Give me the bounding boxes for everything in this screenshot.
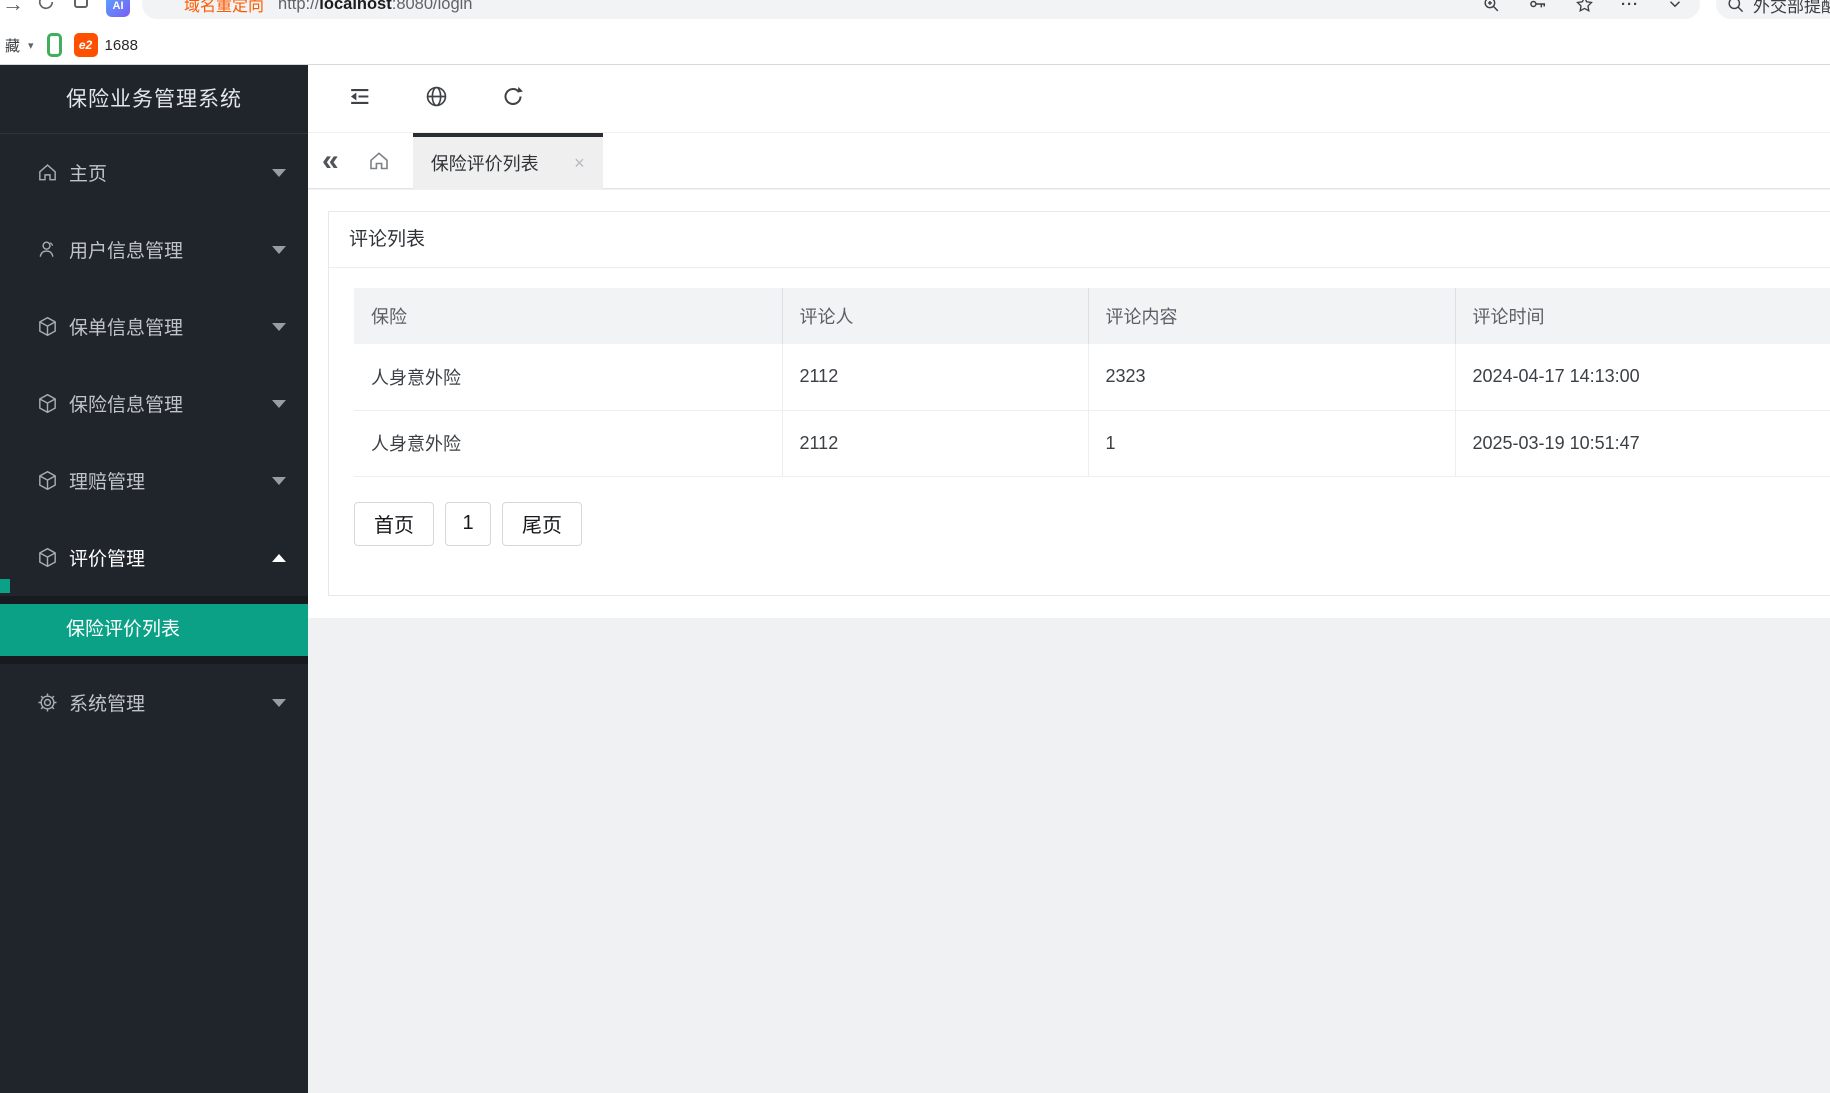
sidebar-item-user-info[interactable]: 用户信息管理 (0, 211, 308, 288)
screen: → AI 域名重定向 http://localhost:8080/login ·… (0, 0, 1830, 1093)
card-title: 评论列表 (329, 212, 1830, 268)
cell-time: 2024-04-17 14:13:00 (1455, 344, 1830, 411)
chevron-down-icon (272, 322, 286, 331)
table-row: 人身意外险 2112 1 2025-03-19 10:51:47 (354, 410, 1830, 477)
tab-insurance-evaluation-list[interactable]: 保险评价列表 × (412, 132, 603, 189)
chevron-down-icon[interactable] (1666, 0, 1684, 13)
cell-content: 2323 (1088, 344, 1456, 411)
sidebar-item-label: 主页 (69, 164, 108, 185)
chevron-down-icon (272, 399, 286, 408)
ai-assistant-icon[interactable]: AI (106, 0, 130, 17)
refresh-icon[interactable] (501, 84, 525, 113)
column-header-time: 评论时间 (1455, 288, 1830, 344)
sidebar-item-label: 用户信息管理 (69, 241, 184, 262)
sidebar-item-home[interactable]: 主页 (0, 134, 308, 211)
pagination: 首页 1 尾页 (354, 501, 1830, 546)
redirect-badge: 域名重定向 (184, 0, 265, 15)
sidebar-item-label: 理赔管理 (69, 472, 146, 493)
cube-icon (36, 315, 59, 338)
cube-icon (36, 546, 59, 569)
bookmark-folder-label[interactable]: 藏 (5, 35, 20, 56)
sidebar: 保险业务管理系统 主页 用户信息管理 保单信息管理 保险信息管理 理赔管理 评价… (0, 65, 308, 1093)
bookmark-folder-chevron-icon[interactable]: ▾ (28, 39, 34, 52)
sidebar-item-label: 系统管理 (69, 694, 146, 715)
column-header-content: 评论内容 (1088, 288, 1456, 344)
zoom-in-icon[interactable] (1482, 0, 1501, 14)
app-title: 保险业务管理系统 (0, 65, 308, 134)
user-icon (36, 238, 59, 261)
cell-commenter: 2112 (782, 344, 1089, 411)
sidebar-fold-icon[interactable] (347, 84, 372, 114)
address-bar[interactable]: 域名重定向 http://localhost:8080/login ··· (142, 0, 1700, 19)
browser-toolbar: → AI 域名重定向 http://localhost:8080/login ·… (0, 0, 1830, 26)
password-key-icon[interactable] (1528, 0, 1548, 14)
app-toolbar (308, 65, 1830, 133)
site-logo-icon[interactable]: e2 (73, 33, 98, 57)
side-search-box[interactable]: 外交部提醒 (1716, 0, 1830, 19)
url-path: :8080/login (391, 0, 473, 13)
search-query-text: 外交部提醒 (1753, 0, 1830, 16)
evaluation-submenu: 保险评价列表 (0, 596, 308, 664)
chevron-down-icon (272, 245, 286, 254)
sidebar-item-label: 保险信息管理 (69, 395, 184, 416)
cell-content: 1 (1088, 410, 1456, 477)
home-icon (36, 161, 59, 184)
page-number-button[interactable]: 1 (445, 501, 491, 546)
browser-refresh-icon[interactable] (36, 0, 56, 12)
browser-home-icon[interactable] (74, 0, 88, 8)
cube-icon (36, 469, 59, 492)
chevron-down-icon (272, 168, 286, 177)
language-globe-icon[interactable] (424, 84, 449, 114)
column-header-insurance: 保险 (354, 288, 783, 344)
phone-bookmark-icon[interactable] (46, 33, 62, 57)
cube-icon (36, 392, 59, 415)
cell-insurance: 人身意外险 (354, 344, 783, 411)
close-icon[interactable]: × (574, 154, 585, 172)
sidebar-item-claims[interactable]: 理赔管理 (0, 442, 308, 519)
url-host: localhost (319, 0, 392, 13)
sidebar-subitem-evaluation-list[interactable]: 保险评价列表 (0, 604, 308, 656)
address-bar-actions: ··· (1482, 0, 1684, 14)
tab-bar: « 保险评价列表 × (308, 132, 1830, 189)
table-header-row: 保险 评论人 评论内容 评论时间 (354, 288, 1830, 344)
main-area: « 保险评价列表 × 评论列表 保险 评论人 评论内容 评论时间 人身意外险 2… (308, 65, 1830, 1093)
url-scheme: http:// (278, 0, 320, 13)
chevron-up-icon (272, 553, 286, 562)
comment-list-card: 评论列表 保险 评论人 评论内容 评论时间 人身意外险 2112 2323 20… (328, 211, 1830, 596)
page-content: 评论列表 保险 评论人 评论内容 评论时间 人身意外险 2112 2323 20… (308, 190, 1830, 618)
extensions-dots-icon[interactable]: ··· (1621, 0, 1639, 13)
column-header-commenter: 评论人 (782, 288, 1089, 344)
cell-commenter: 2112 (782, 410, 1089, 477)
search-icon (1728, 0, 1744, 12)
comments-table: 保险 评论人 评论内容 评论时间 人身意外险 2112 2323 2024-04… (354, 288, 1830, 477)
bookmarks-bar: 藏 ▾ e2 1688 (0, 26, 1830, 65)
page-url: http://localhost:8080/login (278, 0, 472, 14)
bookmark-star-icon[interactable] (1575, 0, 1594, 14)
chevron-down-icon (272, 698, 286, 707)
sidebar-item-policy-info[interactable]: 保单信息管理 (0, 288, 308, 365)
chevron-down-icon (272, 476, 286, 485)
sidebar-item-insurance-info[interactable]: 保险信息管理 (0, 365, 308, 442)
tab-home-icon[interactable] (367, 149, 391, 173)
cell-time: 2025-03-19 10:51:47 (1455, 410, 1830, 477)
sidebar-item-system[interactable]: 系统管理 (0, 664, 308, 741)
cell-insurance: 人身意外险 (354, 410, 783, 477)
bookmark-site-label[interactable]: 1688 (105, 37, 138, 54)
browser-forward-icon[interactable]: → (2, 0, 24, 17)
sidebar-item-evaluation[interactable]: 评价管理 (0, 519, 308, 596)
sidebar-item-label: 保单信息管理 (69, 318, 184, 339)
tabs-collapse-icon[interactable]: « (322, 145, 339, 176)
last-page-button[interactable]: 尾页 (502, 501, 582, 546)
table-row: 人身意外险 2112 2323 2024-04-17 14:13:00 (354, 344, 1830, 411)
gear-icon (36, 691, 59, 714)
scroll-indicator (0, 579, 10, 593)
tab-label: 保险评价列表 (430, 153, 539, 174)
sidebar-item-label: 评价管理 (69, 549, 146, 570)
first-page-button[interactable]: 首页 (354, 501, 434, 546)
